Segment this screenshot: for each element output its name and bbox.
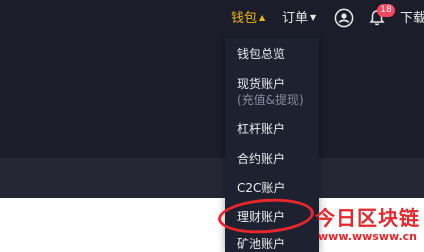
menu-item-label: 合约账户 — [237, 152, 286, 166]
menu-item-label: 杠杆账户 — [237, 122, 286, 136]
nav-download[interactable]: 下载 — [400, 9, 424, 29]
menu-item-label: 矿池账户 — [237, 237, 286, 251]
menu-item-futures-account[interactable]: 合约账户 — [237, 151, 285, 167]
notification-badge: 18 — [377, 4, 395, 17]
sub-header-band — [0, 158, 424, 198]
watermark-url: www.wwsww.cn — [318, 230, 417, 243]
menu-item-pool-account[interactable]: 矿池账户 — [237, 236, 285, 252]
menu-item-sublabel: (充值&提现) — [237, 93, 304, 107]
menu-item-c2c-account[interactable]: C2C账户 — [237, 180, 285, 196]
caret-down-icon: ▼ — [310, 13, 317, 22]
user-icon[interactable] — [334, 8, 354, 28]
caret-up-icon: ▲ — [259, 13, 266, 22]
menu-item-wallet-overview[interactable]: 钱包总览 — [237, 46, 285, 62]
nav-wallet[interactable]: 钱包 ▲ — [231, 9, 265, 29]
watermark-title: 今日区块链 — [315, 206, 420, 230]
nav-orders[interactable]: 订单 ▼ — [282, 9, 316, 29]
watermark: 今日区块链 www.wwsww.cn — [311, 206, 424, 252]
menu-item-label: C2C账户 — [237, 181, 286, 195]
menu-item-spot-account[interactable]: 现货账户 (充值&提现) — [237, 76, 304, 108]
menu-item-margin-account[interactable]: 杠杆账户 — [237, 121, 285, 137]
nav-orders-label: 订单 — [282, 11, 309, 26]
nav-wallet-label: 钱包 — [231, 11, 258, 26]
menu-item-label: 钱包总览 — [237, 47, 286, 61]
menu-item-label: 现货账户 — [237, 77, 286, 91]
top-nav-background — [0, 0, 424, 158]
